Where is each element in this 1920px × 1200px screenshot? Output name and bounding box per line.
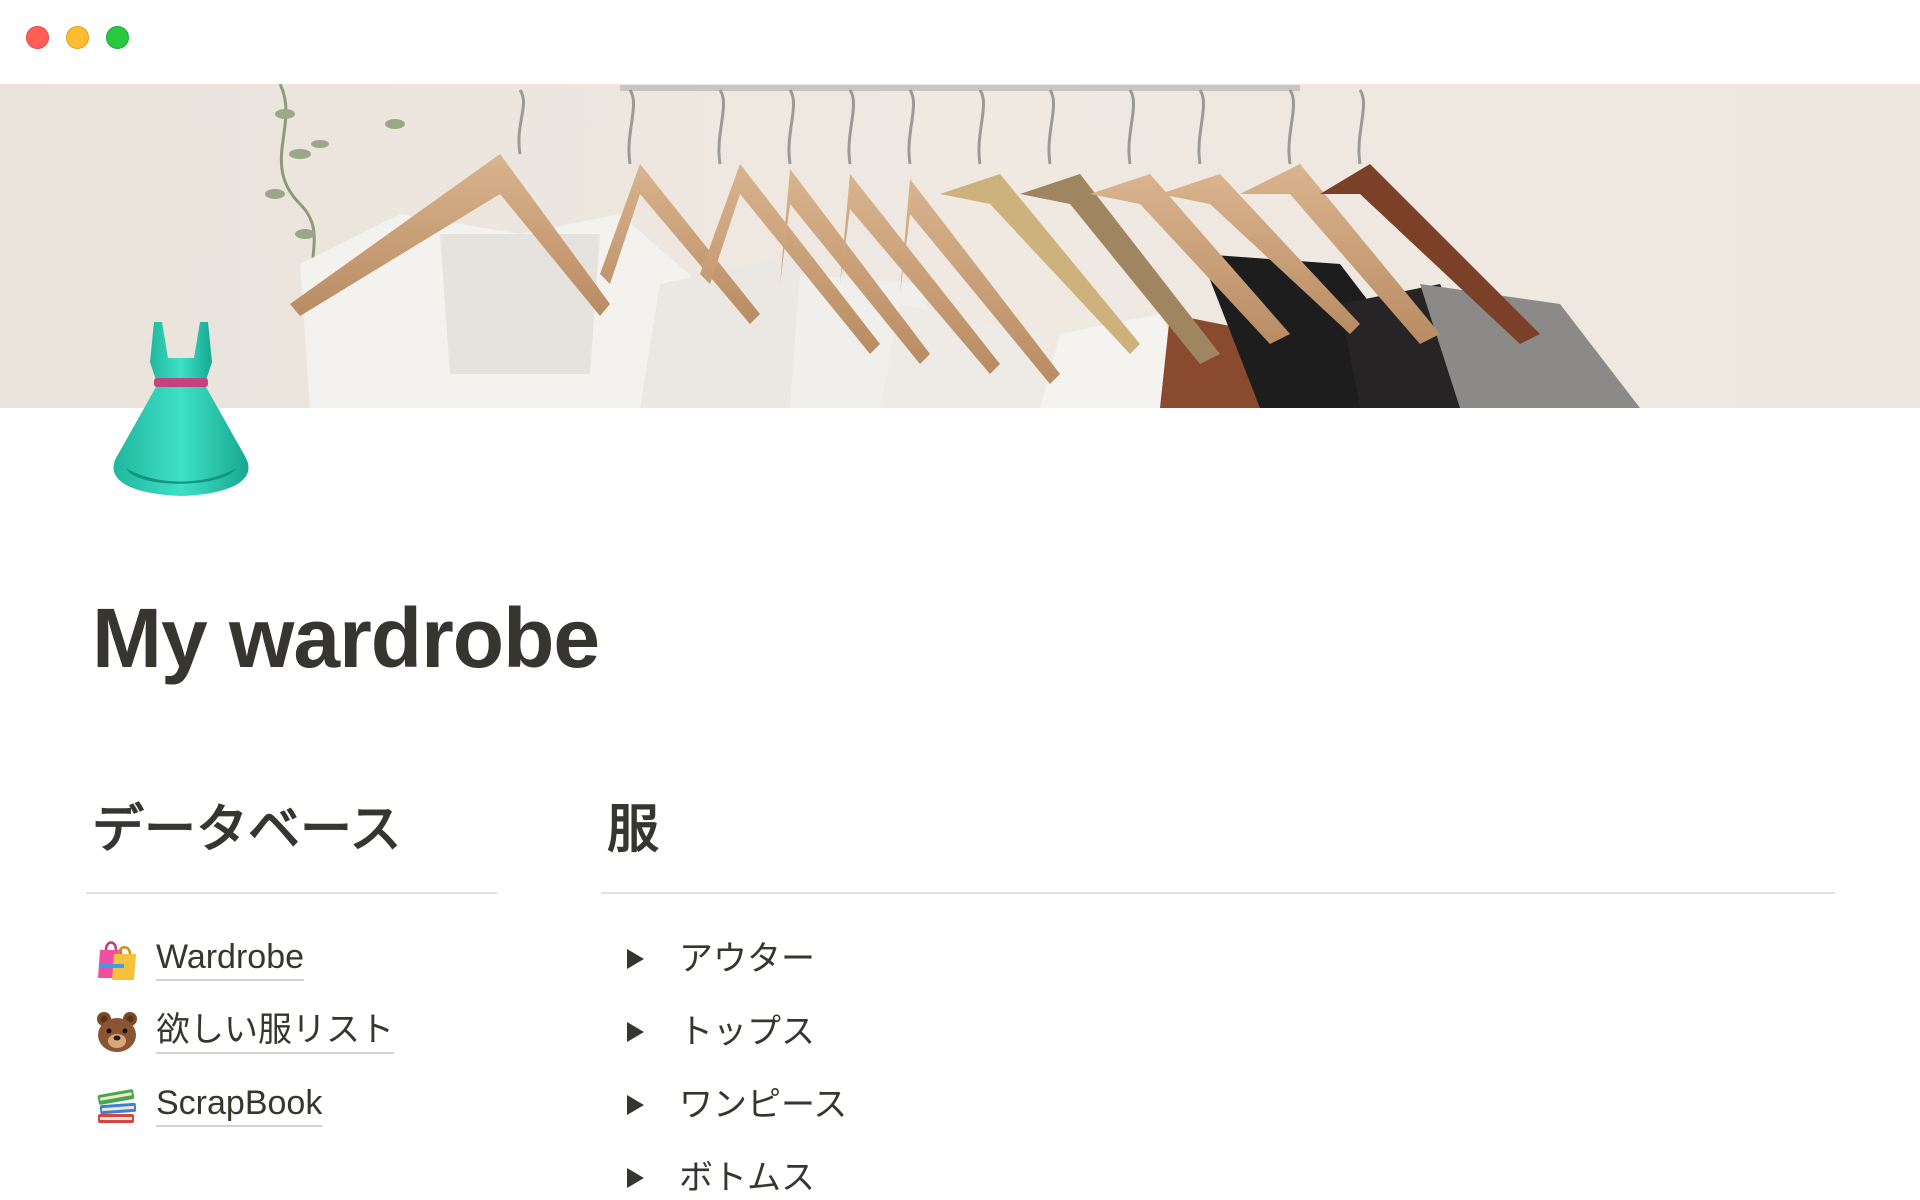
close-window-button[interactable] [26,26,49,49]
clothes-toggle-list: アウター トップス ワンピース ボトムス [601,922,1835,1200]
title-bar [0,0,1920,84]
dress-emoji [113,322,249,496]
database-link-label[interactable]: Wardrobe [156,937,305,981]
database-link-label[interactable]: 欲しい服リスト [156,1010,394,1054]
toggle-triangle-icon[interactable] [619,1016,651,1048]
books-icon [94,1082,140,1128]
databases-list: Wardrobe 欲しい服リスト ScrapBook [86,922,497,1141]
clothes-divider [601,892,1835,894]
bear-icon [94,1009,140,1055]
page-title[interactable]: My wardrobe [92,588,600,688]
databases-divider [86,892,497,894]
database-link-scrapbook[interactable]: ScrapBook [86,1068,497,1141]
database-link-wishlist[interactable]: 欲しい服リスト [86,995,497,1068]
database-link-wardrobe[interactable]: Wardrobe [86,922,497,995]
toggle-label[interactable]: ワンピース [679,1085,847,1125]
toggle-label[interactable]: ボトムス [679,1158,815,1198]
page-cover-image[interactable] [0,84,1920,408]
toggle-triangle-icon[interactable] [619,1089,651,1121]
toggle-onepiece[interactable]: ワンピース [601,1068,1835,1141]
app-window: My wardrobe データベース Wardrobe 欲しい服リスト Scra… [0,0,1920,1200]
toggle-outer[interactable]: アウター [601,922,1835,995]
toggle-triangle-icon[interactable] [619,943,651,975]
database-link-label[interactable]: ScrapBook [156,1083,323,1127]
page-icon[interactable] [96,318,266,502]
databases-column: データベース Wardrobe 欲しい服リスト ScrapBook [86,790,497,1141]
shopping-bags-icon [94,936,140,982]
toggle-label[interactable]: トップス [679,1012,815,1052]
hanging-clothes-cover-image [0,84,1920,408]
minimize-window-button[interactable] [66,26,89,49]
clothes-heading[interactable]: 服 [601,790,1835,870]
clothes-column: 服 アウター トップス ワンピース ボトムス [601,790,1835,1200]
toggle-triangle-icon[interactable] [619,1162,651,1194]
toggle-label[interactable]: アウター [679,939,815,979]
toggle-bottoms[interactable]: ボトムス [601,1141,1835,1200]
toggle-tops[interactable]: トップス [601,995,1835,1068]
databases-heading[interactable]: データベース [86,790,497,870]
maximize-window-button[interactable] [106,26,129,49]
